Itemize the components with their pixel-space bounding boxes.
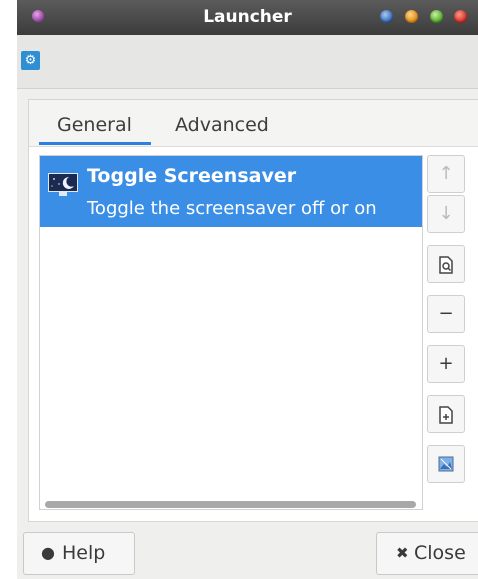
document-new-icon	[439, 406, 453, 424]
shade-button[interactable]	[380, 10, 393, 23]
help-icon: ●	[41, 543, 55, 562]
launcher-item-list[interactable]: Toggle Screensaver Toggle the screensave…	[39, 155, 423, 510]
plugin-header: ⚙	[17, 35, 478, 89]
tab-bar: General Advanced	[29, 100, 478, 147]
minimize-button[interactable]	[405, 10, 418, 23]
maximize-button[interactable]	[430, 10, 443, 23]
edit-item-button[interactable]	[427, 445, 465, 483]
close-window-button[interactable]	[454, 10, 467, 23]
up-arrow-icon: ↑	[438, 163, 454, 184]
close-icon: ✖	[396, 544, 409, 562]
document-search-icon	[439, 256, 453, 274]
plus-icon: +	[438, 353, 454, 374]
image-edit-icon	[438, 456, 454, 472]
item-description: Toggle the screensaver off or on	[87, 198, 377, 219]
title-bar[interactable]: Launcher	[17, 0, 478, 35]
help-button[interactable]: ● Help	[23, 532, 135, 575]
close-label: Close	[414, 542, 466, 564]
settings-notebook: General Advanced Toggle Screensaver Togg…	[28, 99, 478, 522]
move-down-button[interactable]: ↓	[427, 195, 465, 233]
list-item[interactable]: Toggle Screensaver Toggle the screensave…	[40, 156, 422, 227]
help-label: Help	[62, 542, 106, 564]
minus-icon: −	[438, 303, 454, 324]
add-item-button[interactable]: +	[427, 345, 465, 383]
active-tab-indicator	[39, 142, 151, 145]
tab-general[interactable]: General	[57, 114, 132, 136]
launcher-window: Launcher ⚙ General Advanced Toggle Scree…	[17, 0, 478, 579]
down-arrow-icon: ↓	[438, 203, 454, 224]
horizontal-scrollbar[interactable]	[45, 501, 416, 508]
new-item-button[interactable]	[427, 395, 465, 433]
item-name: Toggle Screensaver	[87, 165, 297, 187]
tab-advanced[interactable]: Advanced	[175, 114, 269, 136]
screensaver-icon	[48, 173, 78, 196]
item-properties-button[interactable]	[427, 245, 465, 283]
move-up-button[interactable]: ↑	[427, 155, 465, 193]
remove-item-button[interactable]: −	[427, 295, 465, 333]
close-button[interactable]: ✖ Close	[376, 532, 478, 575]
gear-icon: ⚙	[21, 51, 40, 70]
